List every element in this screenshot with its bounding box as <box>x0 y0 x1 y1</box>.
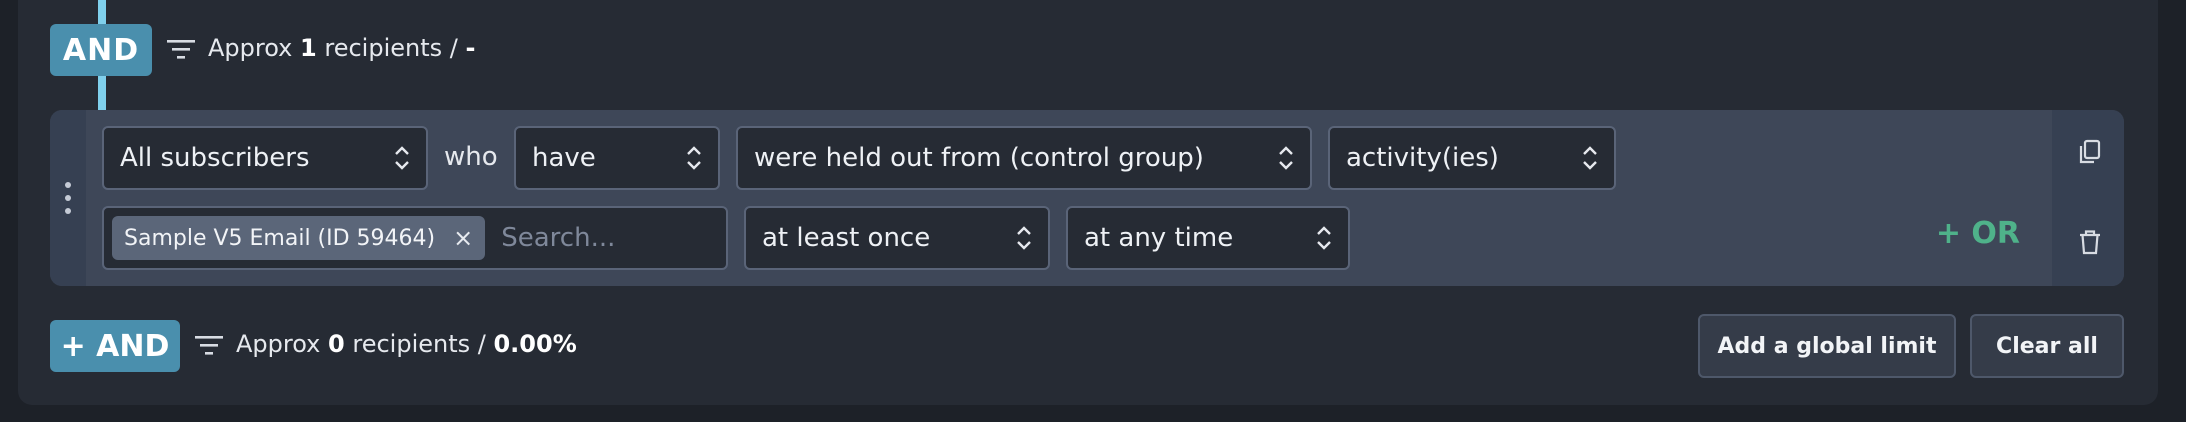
chevron-updown-icon <box>395 146 409 170</box>
filter-icon <box>167 40 195 59</box>
approx-count: 0 <box>328 330 345 358</box>
bottom-approx-recipients: Approx 0 recipients / 0.00% <box>236 330 577 358</box>
approx-prefix: Approx <box>236 330 321 358</box>
top-approx-recipients: Approx 1 recipients / - <box>208 34 475 62</box>
action-select[interactable]: were held out from (control group) <box>736 126 1312 190</box>
approx-percent: - <box>465 34 476 62</box>
approx-suffix: recipients / <box>352 330 486 358</box>
condition-block: All subscribers who have were held out f… <box>50 110 2124 286</box>
trash-icon[interactable] <box>2076 228 2104 256</box>
chevron-updown-icon <box>687 146 701 170</box>
close-icon[interactable]: × <box>453 224 473 252</box>
chevron-updown-icon <box>1583 146 1597 170</box>
verb-select[interactable]: have <box>514 126 720 190</box>
add-and-button[interactable]: + AND <box>50 320 180 372</box>
frequency-select[interactable]: at least once <box>744 206 1050 270</box>
approx-percent: 0.00% <box>493 330 577 358</box>
copy-icon[interactable] <box>2076 138 2104 166</box>
action-select-value: were held out from (control group) <box>754 143 1204 173</box>
and-operator-badge[interactable]: AND <box>50 24 152 76</box>
timeframe-select-value: at any time <box>1084 223 1234 253</box>
chevron-updown-icon <box>1317 226 1331 250</box>
chevron-updown-icon <box>1279 146 1293 170</box>
chevron-updown-icon <box>1017 226 1031 250</box>
verb-select-value: have <box>532 143 596 173</box>
timeframe-select[interactable]: at any time <box>1066 206 1350 270</box>
approx-suffix: recipients / <box>324 34 458 62</box>
frequency-select-value: at least once <box>762 223 931 253</box>
filter-icon <box>195 336 223 355</box>
who-label: who <box>444 142 498 172</box>
drag-handle-icon[interactable] <box>50 110 86 286</box>
condition-actions <box>2052 110 2124 286</box>
object-select-value: activity(ies) <box>1346 143 1499 173</box>
approx-prefix: Approx <box>208 34 293 62</box>
object-select[interactable]: activity(ies) <box>1328 126 1616 190</box>
clear-all-button[interactable]: Clear all <box>1970 314 2124 378</box>
approx-count: 1 <box>300 34 317 62</box>
search-input[interactable]: Search... <box>501 223 615 253</box>
add-global-limit-button[interactable]: Add a global limit <box>1698 314 1956 378</box>
tag-label: Sample V5 Email (ID 59464) <box>124 225 436 251</box>
activity-tag-input[interactable]: Sample V5 Email (ID 59464) × Search... <box>102 206 728 270</box>
audience-select[interactable]: All subscribers <box>102 126 428 190</box>
audience-select-value: All subscribers <box>120 143 310 173</box>
add-or-button[interactable]: + OR <box>1936 216 2020 251</box>
activity-tag-chip: Sample V5 Email (ID 59464) × <box>112 216 486 260</box>
